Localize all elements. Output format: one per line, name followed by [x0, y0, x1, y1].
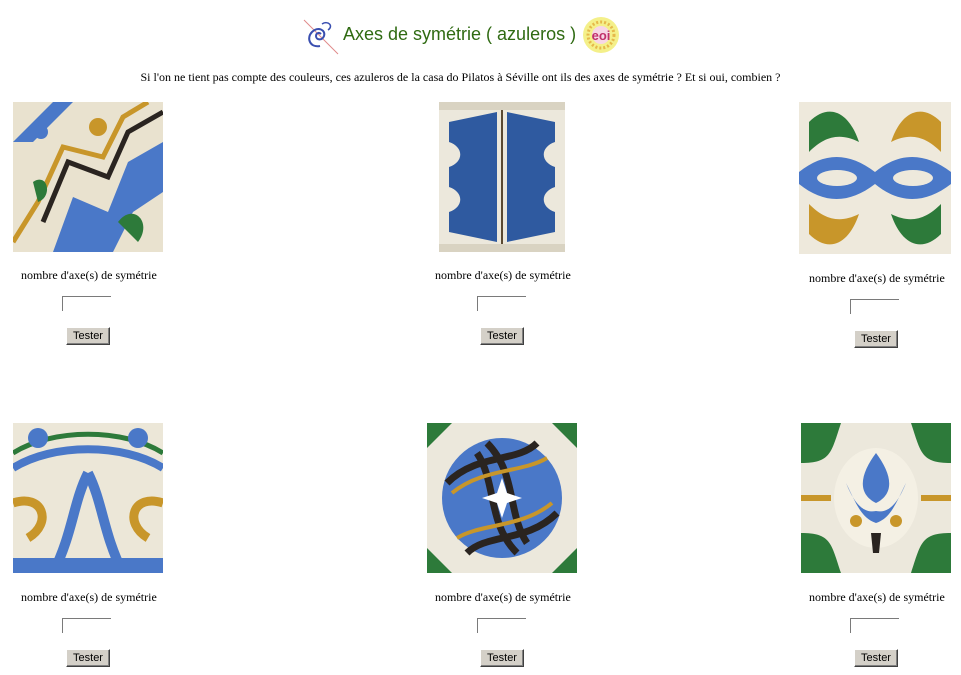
axes-count-input[interactable] [62, 296, 111, 311]
tester-button[interactable]: Tester [480, 327, 524, 345]
page-header: Axes de symétrie ( azuleros ) eoi [0, 14, 961, 58]
svg-text:eoi: eoi [592, 28, 611, 43]
azulejo-tile-2-image [439, 102, 565, 252]
spiral-logo-icon [300, 16, 340, 56]
azulejo-tile-1-image [13, 102, 163, 252]
page-title: Axes de symétrie ( azuleros ) [343, 24, 577, 44]
tester-button[interactable]: Tester [854, 330, 898, 348]
axes-count-label: nombre d'axe(s) de symétrie [435, 590, 571, 604]
axes-count-input[interactable] [477, 618, 526, 633]
axes-count-input[interactable] [850, 618, 899, 633]
axes-count-label: nombre d'axe(s) de symétrie [809, 590, 945, 604]
axes-count-label: nombre d'axe(s) de symétrie [809, 271, 945, 285]
axes-count-input[interactable] [62, 618, 111, 633]
axes-count-label: nombre d'axe(s) de symétrie [21, 590, 157, 604]
azulejo-tile-6-image [801, 423, 951, 573]
tester-button[interactable]: Tester [66, 649, 110, 667]
eoi-logo-icon: eoi [582, 16, 620, 54]
axes-count-input[interactable] [477, 296, 526, 311]
azulejo-tile-4-image [13, 423, 163, 573]
azulejo-tile-3-image [799, 102, 951, 254]
axes-count-input[interactable] [850, 299, 899, 314]
tester-button[interactable]: Tester [480, 649, 524, 667]
axes-count-label: nombre d'axe(s) de symétrie [435, 268, 571, 282]
tester-button[interactable]: Tester [66, 327, 110, 345]
tester-button[interactable]: Tester [854, 649, 898, 667]
axes-count-label: nombre d'axe(s) de symétrie [21, 268, 157, 282]
azulejo-tile-5-image [427, 423, 577, 573]
question-text: Si l'on ne tient pas compte des couleurs… [140, 70, 781, 84]
